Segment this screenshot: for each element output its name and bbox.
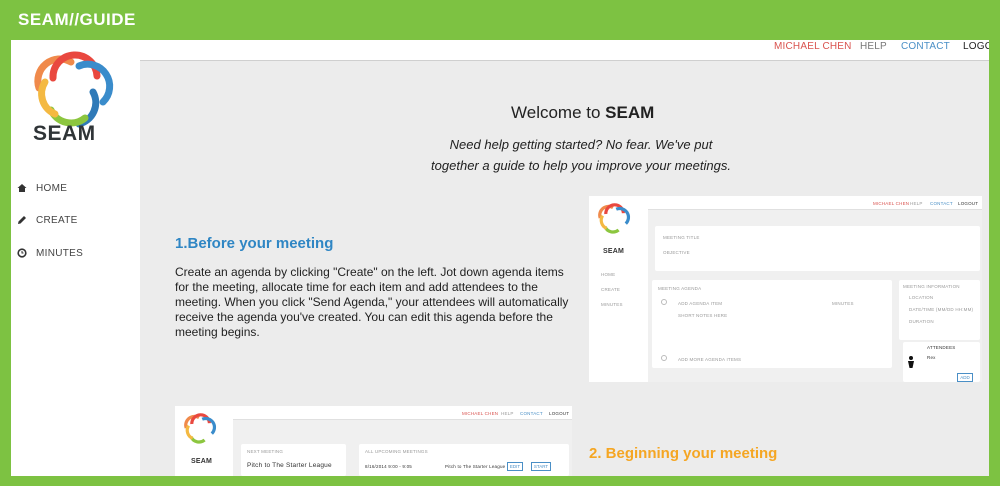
shot2-start-button: START [531, 462, 551, 471]
welcome-title: Welcome to SEAM [511, 103, 654, 123]
shot1-topbar: MICHAEL CHEN HELP CONTACT LOGOUT [648, 196, 982, 210]
shot2-row-date: 8/16/2014 9:00 - 9:05 [365, 464, 412, 469]
user-name-link[interactable]: MICHAEL CHEN [774, 40, 852, 54]
shot1-more-bullet [661, 355, 667, 361]
shot2-logout: LOGOUT [549, 411, 570, 416]
shot2-contact: CONTACT [520, 411, 543, 416]
shot1-contact: CONTACT [930, 201, 953, 206]
shot1-brand: SEAM [603, 248, 625, 255]
shot1-add-more: ADD MORE AGENDA ITEMS [678, 357, 742, 362]
step1-description: Create an agenda by clicking "Create" on… [175, 265, 569, 339]
create-page-screenshot: SEAM HOME CREATE MINUTES MICHAEL CHEN HE… [589, 196, 982, 382]
shot2-edit-button: EDIT [507, 462, 523, 471]
sidebar: SEAM HOME CREATE MINUTES [11, 40, 140, 476]
welcome-brand: SEAM [605, 103, 655, 122]
shot2-row-title: Pitch to The Starter League [445, 464, 506, 469]
shot1-add-item: ADD AGENDA ITEM [678, 301, 723, 306]
shot1-meeting-title: MEETING TITLE [663, 235, 700, 240]
shot1-location: LOCATION [909, 295, 934, 300]
intro-line-2: together a guide to help you improve you… [431, 158, 731, 173]
brand-name: SEAM [33, 122, 96, 145]
seam-logo-icon [598, 203, 631, 234]
intro-text: Need help getting started? No fear. We'v… [431, 134, 731, 176]
shot2-brand: SEAM [191, 458, 213, 465]
shot1-info-label: MEETING INFORMATION [903, 284, 960, 289]
shot1-item-bullet [661, 299, 667, 305]
sidebar-item-label: MINUTES [36, 247, 84, 259]
sidebar-item-label: CREATE [36, 214, 78, 226]
person-icon [908, 356, 914, 368]
shot1-add-button: ADD [957, 373, 973, 382]
contact-link[interactable]: CONTACT [901, 40, 950, 54]
shot1-title-panel: MEETING TITLE OBJECTIVE [655, 226, 980, 271]
shot2-topbar: MICHAEL CHEN HELP CONTACT LOGOUT [233, 406, 572, 420]
shot2-upcoming-label: ALL UPCOMING MEETINGS [365, 449, 428, 454]
shot1-logout: LOGOUT [958, 201, 979, 206]
shot1-nav-minutes: MINUTES [601, 302, 623, 307]
shot2-next-panel: NEXT MEETING Pitch to The Starter League [241, 444, 346, 476]
banner-title: SEAM//GUIDE [18, 10, 136, 29]
shot2-next-title: Pitch to The Starter League [247, 462, 332, 469]
intro-line-1: Need help getting started? No fear. We'v… [449, 137, 713, 152]
home-page-screenshot: SEAM MICHAEL CHEN HELP CONTACT LOGOUT NE… [175, 406, 572, 476]
shot1-nav-create: CREATE [601, 287, 621, 292]
shot2-user: MICHAEL CHEN [462, 411, 499, 416]
shot1-agenda-panel: MEETING AGENDA ADD AGENDA ITEM MINUTES S… [652, 280, 892, 368]
shot1-nav-home: HOME [601, 272, 616, 277]
shot1-objective: OBJECTIVE [663, 250, 690, 255]
sidebar-item-create[interactable]: CREATE [17, 212, 78, 228]
home-icon [17, 184, 27, 192]
help-link[interactable]: HELP [860, 40, 887, 54]
shot1-user: MICHAEL CHEN [873, 201, 910, 206]
shot2-sidebar: SEAM [175, 406, 233, 476]
top-navbar: MICHAEL CHEN HELP CONTACT LOGO [140, 40, 989, 61]
shot2-help: HELP [501, 411, 514, 416]
shot1-attendee-name: Rex [927, 355, 936, 360]
shot2-upcoming-panel: ALL UPCOMING MEETINGS 8/16/2014 9:00 - 9… [359, 444, 569, 476]
shot1-attendees-panel: ATTENDEES Rex ADD [903, 342, 980, 382]
sidebar-item-label: HOME [36, 182, 68, 194]
shot1-attendees-label: ATTENDEES [927, 345, 956, 350]
shot1-duration: DURATION [909, 319, 934, 324]
app-screenshot: SEAM HOME CREATE MINUTES MICHAEL CHEN HE… [11, 40, 989, 476]
step1-heading: 1.Before your meeting [175, 235, 334, 252]
welcome-prefix: Welcome to [511, 103, 606, 122]
sidebar-item-minutes[interactable]: MINUTES [17, 245, 83, 261]
shot1-help: HELP [910, 201, 923, 206]
logout-link[interactable]: LOGO [963, 40, 989, 54]
sidebar-item-home[interactable]: HOME [17, 180, 67, 196]
shot1-agenda-label: MEETING AGENDA [658, 286, 702, 291]
seam-logo-icon [184, 413, 217, 444]
clock-icon [17, 248, 27, 258]
shot1-short-notes: SHORT NOTES HERE [678, 313, 728, 318]
shot1-minutes-label: MINUTES [832, 301, 854, 306]
shot2-next-label: NEXT MEETING [247, 449, 284, 454]
pencil-icon [18, 216, 26, 224]
guide-banner: SEAM//GUIDE [0, 0, 1000, 40]
shot1-date-time: DATE/TIME (MM/DD HH:MM) [909, 307, 974, 312]
step2-heading: 2. Beginning your meeting [589, 445, 778, 462]
shot1-info-panel: MEETING INFORMATION LOCATION DATE/TIME (… [899, 280, 980, 340]
shot1-sidebar: SEAM HOME CREATE MINUTES [589, 196, 648, 382]
